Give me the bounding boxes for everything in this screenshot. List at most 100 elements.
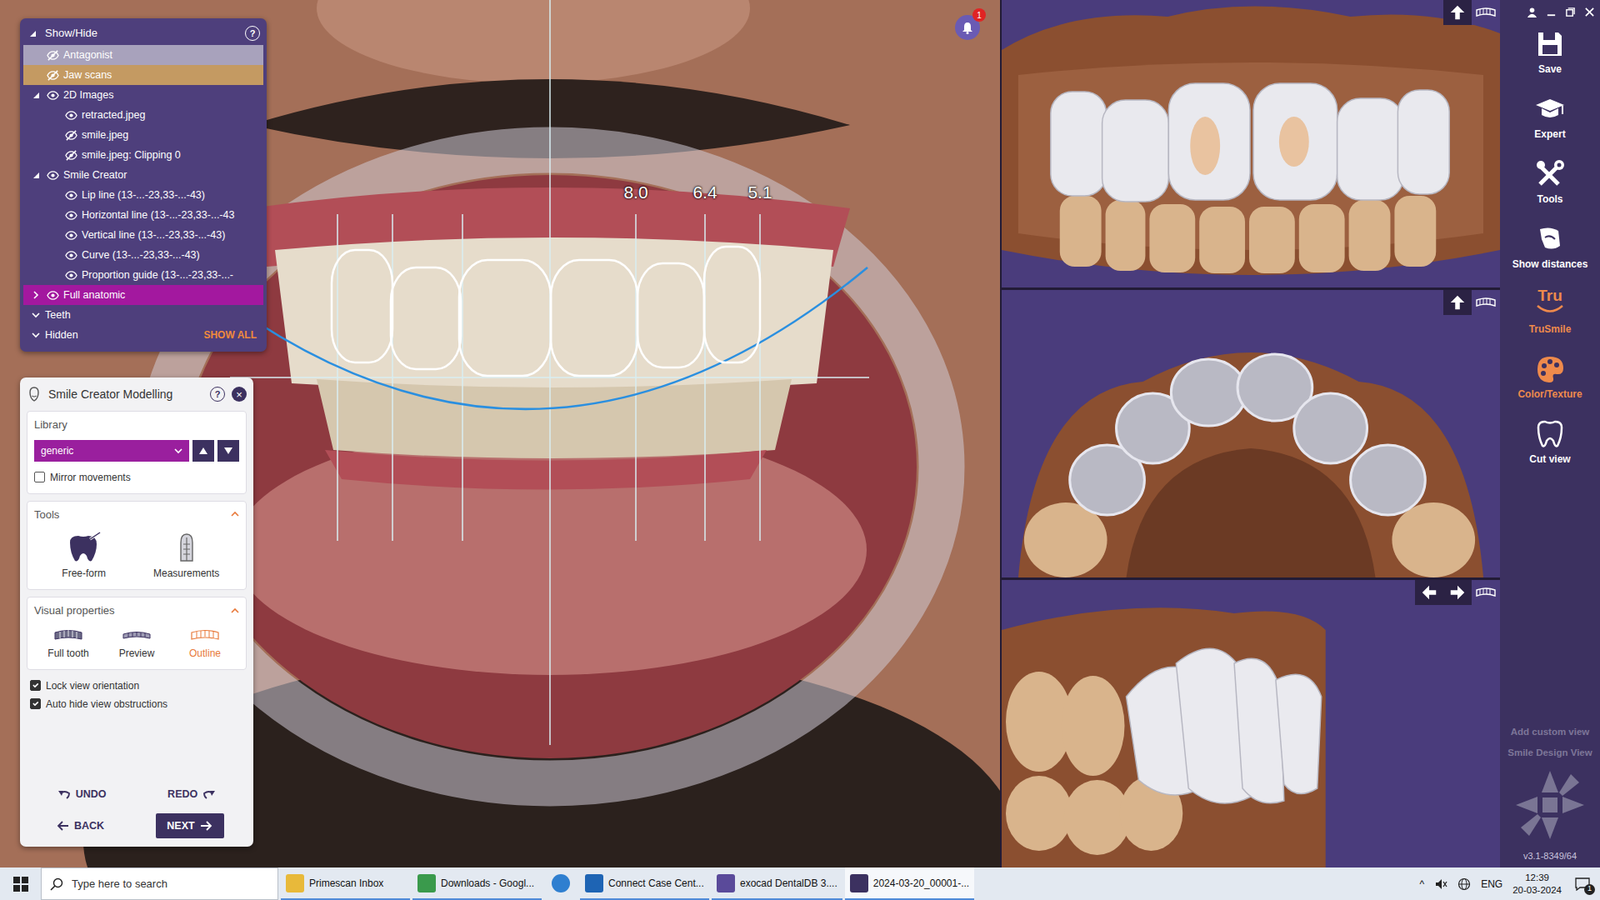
jaw-icon[interactable]	[1471, 290, 1500, 315]
eye-hidden-icon[interactable]	[63, 129, 79, 142]
collapsed-icon[interactable]	[31, 290, 40, 300]
show-hide-header[interactable]: Show/Hide?	[20, 23, 267, 45]
option-checkbox[interactable]	[30, 680, 41, 691]
eye-hidden-icon[interactable]	[45, 49, 60, 62]
tree-row[interactable]: Smile Creator	[23, 165, 264, 185]
side-view[interactable]	[1001, 580, 1500, 868]
restore-icon[interactable]	[1565, 6, 1576, 18]
tree-toggle[interactable]	[31, 290, 45, 300]
view-up-arrow-icon[interactable]	[1443, 290, 1472, 315]
section-header[interactable]: Tools	[34, 506, 240, 524]
tree-row[interactable]: smile.jpeg: Clipping 0	[23, 145, 264, 165]
view-up-arrow-icon[interactable]	[1443, 0, 1472, 25]
eye-icon[interactable]	[63, 189, 79, 202]
library-down-button[interactable]	[217, 440, 240, 462]
section-chevron-icon[interactable]	[31, 310, 40, 320]
notification-button[interactable]: 1	[955, 15, 980, 40]
eye-hidden-icon[interactable]	[45, 69, 60, 82]
tree-row[interactable]: Lip line (13-...-23,33-...-43)	[23, 185, 264, 205]
eye-icon[interactable]	[45, 89, 60, 102]
library-up-button[interactable]	[192, 440, 215, 462]
tree-row[interactable]: retracted.jpeg	[23, 105, 264, 125]
photo-view[interactable]: 8.06.45.1 1 Show/Hide?AntagonistJaw scan…	[0, 0, 1000, 868]
tree-row[interactable]: Horizontal line (13-...-23,33-...-43	[23, 205, 264, 225]
eye-icon[interactable]	[63, 269, 79, 282]
toolbar-button[interactable]: Color/Texture	[1503, 347, 1597, 413]
tree-row[interactable]: Teeth	[23, 305, 264, 325]
tree-toggle[interactable]	[31, 90, 45, 100]
taskbar-app[interactable]: 2024-03-20_00001-...	[845, 867, 975, 900]
front-view[interactable]	[1001, 0, 1500, 288]
eye-icon[interactable]	[63, 229, 79, 242]
eye-hidden-icon[interactable]	[63, 149, 79, 162]
search-input[interactable]	[70, 875, 270, 894]
rotate-left-arrow-icon[interactable]	[1415, 580, 1444, 605]
close-icon[interactable]	[1584, 6, 1595, 18]
jaw-icon[interactable]	[1471, 0, 1500, 25]
eye-icon[interactable]	[63, 109, 79, 122]
minimize-icon[interactable]	[1545, 6, 1557, 18]
user-icon[interactable]	[1526, 6, 1538, 18]
tree-row[interactable]: 2D Images	[23, 85, 264, 105]
speaker-icon[interactable]	[1434, 877, 1448, 891]
tree-toggle[interactable]	[31, 310, 45, 320]
option-checkbox[interactable]	[30, 698, 41, 710]
toolbar-button[interactable]: Tools	[1503, 152, 1597, 218]
navigation-compass-icon[interactable]	[1512, 767, 1588, 843]
taskbar-app[interactable]: Primescan Inbox	[280, 867, 410, 900]
tray-overflow-button[interactable]: ^	[1420, 876, 1425, 892]
tool-button[interactable]: Measurements	[150, 529, 223, 583]
eye-icon[interactable]	[63, 249, 79, 262]
taskbar-app[interactable]	[544, 867, 578, 900]
view-preset[interactable]: Add custom view	[1510, 725, 1590, 740]
redo-button[interactable]: REDO	[160, 781, 223, 807]
help-button[interactable]: ?	[245, 25, 260, 41]
start-button[interactable]	[0, 867, 41, 900]
eye-icon[interactable]	[45, 169, 60, 182]
section-caret-icon[interactable]	[230, 510, 240, 519]
action-center-button[interactable]: 1	[1571, 873, 1594, 895]
view-preset[interactable]: Smile Design View	[1507, 745, 1592, 760]
tree-toggle[interactable]	[31, 330, 45, 340]
back-button[interactable]: BACK	[49, 813, 111, 839]
library-select[interactable]: generic	[34, 440, 190, 462]
undo-button[interactable]: UNDO	[50, 781, 114, 807]
toolbar-button[interactable]: TruTruSmile	[1503, 282, 1597, 348]
tool-button[interactable]: Free-form	[50, 529, 118, 583]
visual-option[interactable]: Full tooth	[35, 625, 102, 663]
taskbar-app[interactable]: exocad DentalDB 3....	[711, 867, 843, 900]
toolbar-button[interactable]: Show distances	[1503, 217, 1597, 283]
tree-row[interactable]: Antagonist	[23, 45, 264, 65]
tree-row[interactable]: Curve (13-...-23,33-...-43)	[23, 245, 264, 265]
mirror-checkbox[interactable]	[34, 471, 45, 483]
eye-icon[interactable]	[63, 209, 79, 222]
close-button[interactable]: ×	[231, 386, 247, 402]
visual-option[interactable]: Preview	[103, 625, 170, 663]
toolbar-button[interactable]: Cut view	[1503, 412, 1597, 478]
section-caret-icon[interactable]	[230, 606, 240, 615]
section-chevron-icon[interactable]	[31, 330, 40, 340]
occlusal-view[interactable]	[1001, 290, 1500, 578]
tree-row[interactable]: Proportion guide (13-...-23,33-...-	[23, 265, 264, 285]
toolbar-button[interactable]: Save	[1503, 22, 1597, 88]
visual-option[interactable]: Outline	[171, 625, 239, 663]
jaw-icon[interactable]	[1471, 580, 1500, 605]
language-indicator[interactable]: ENG	[1480, 876, 1503, 892]
show-all-button[interactable]: SHOW ALL	[195, 327, 257, 343]
taskbar-app[interactable]: Connect Case Cent...	[580, 867, 710, 900]
tree-toggle[interactable]	[31, 170, 45, 180]
tree-row[interactable]: Vertical line (13-...-23,33-...-43)	[23, 225, 264, 245]
taskbar-search[interactable]	[40, 867, 279, 900]
tree-row[interactable]: Full anatomic	[23, 285, 264, 305]
taskbar-app[interactable]: Downloads - Googl...	[412, 867, 542, 900]
tree-row[interactable]: smile.jpeg	[23, 125, 264, 145]
expanded-icon[interactable]	[31, 90, 40, 100]
clock[interactable]: 12:3920-03-2024	[1512, 871, 1562, 896]
collapse-chevron-icon[interactable]	[28, 29, 37, 38]
toolbar-button[interactable]: Expert	[1503, 87, 1597, 153]
rotate-right-arrow-icon[interactable]	[1443, 580, 1472, 605]
section-header[interactable]: Visual properties	[34, 602, 240, 620]
eye-icon[interactable]	[45, 289, 60, 302]
tree-row[interactable]: Jaw scans	[23, 65, 264, 85]
expanded-icon[interactable]	[31, 170, 40, 180]
